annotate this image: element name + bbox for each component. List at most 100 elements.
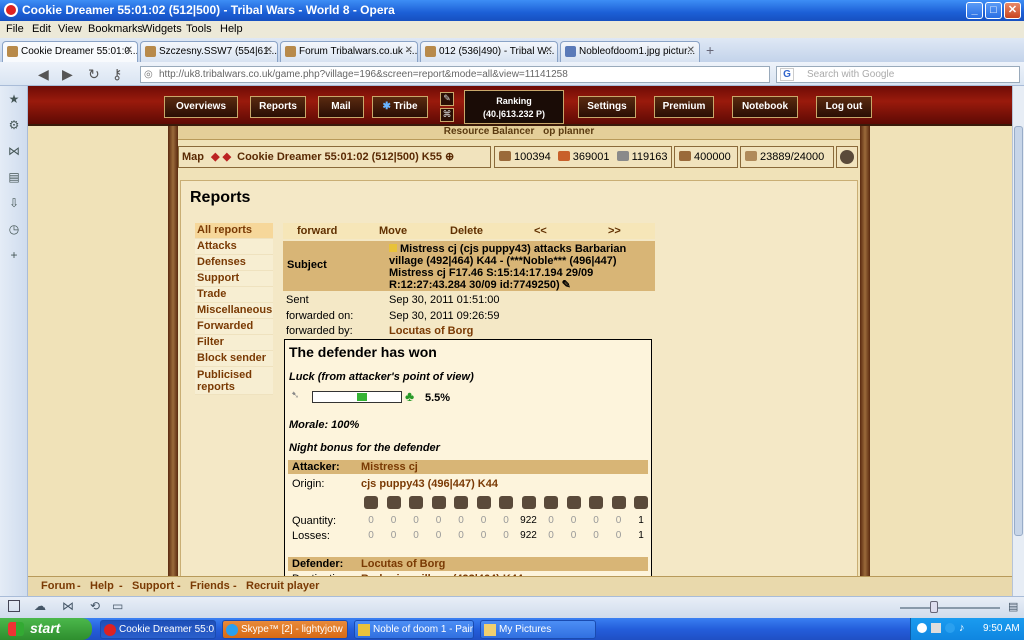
next-report-link[interactable]: >> xyxy=(608,225,621,237)
nav-notebook[interactable]: Notebook xyxy=(732,96,798,118)
star-icon[interactable]: ★ xyxy=(7,92,21,106)
edit-icon[interactable]: ✎ xyxy=(440,92,454,106)
menu-support[interactable]: Support xyxy=(195,271,273,287)
close-tab-icon[interactable]: ✕ xyxy=(687,45,695,56)
minimize-button[interactable]: _ xyxy=(966,2,983,19)
village-name[interactable]: Cookie Dreamer 55:01:02 (512|500) K55 xyxy=(237,151,442,163)
menu-edit[interactable]: Edit xyxy=(32,23,51,35)
back-icon[interactable]: ◀ xyxy=(38,66,49,83)
maximize-button[interactable]: □ xyxy=(985,2,1002,19)
view-icon[interactable]: ▭ xyxy=(112,599,123,613)
op-planner-link[interactable]: op planner xyxy=(543,126,594,137)
prev-report-link[interactable]: << xyxy=(534,225,547,237)
tab-012[interactable]: 012 (536|490) - Tribal W... ✕ xyxy=(420,41,558,62)
origin-link[interactable]: cjs puppy43 (496|447) K44 xyxy=(361,478,498,490)
account-box[interactable] xyxy=(836,146,858,168)
menu-forwarded[interactable]: Forwarded xyxy=(195,319,273,335)
menu-attacks[interactable]: Attacks xyxy=(195,239,273,255)
map-link[interactable]: Map xyxy=(182,151,204,163)
vertical-scrollbar[interactable] xyxy=(1012,86,1024,596)
resource-balancer-link[interactable]: Resource Balancer xyxy=(444,126,535,137)
nav-settings[interactable]: Settings xyxy=(578,96,636,118)
footer-help[interactable]: Help xyxy=(90,580,114,592)
menu-widgets[interactable]: Widgets xyxy=(142,23,182,35)
wand-icon[interactable]: ⚷ xyxy=(112,66,122,83)
footer-recruit[interactable]: Recruit player xyxy=(246,580,319,592)
address-input[interactable]: ◎ http://uk8.tribalwars.co.uk/game.php?vi… xyxy=(140,66,770,83)
next-village-icon[interactable]: ◆ xyxy=(223,151,231,163)
skype-tray-icon[interactable] xyxy=(945,623,955,633)
forward-link[interactable]: forward xyxy=(297,225,337,237)
menu-file[interactable]: File xyxy=(6,23,24,35)
defender-link[interactable]: Locutas of Borg xyxy=(361,558,445,570)
menu-defenses[interactable]: Defenses xyxy=(195,255,273,271)
menu-publicised-reports[interactable]: Publicised reports xyxy=(195,367,273,395)
start-button[interactable]: start xyxy=(0,618,92,640)
nav-mail[interactable]: Mail xyxy=(318,96,364,118)
footer-forum[interactable]: Forum xyxy=(41,580,75,592)
prev-village-icon[interactable]: ◆ xyxy=(211,151,219,163)
nav-tribe[interactable]: ✱ Tribe xyxy=(372,96,428,118)
close-tab-icon[interactable]: ✕ xyxy=(545,45,553,56)
menu-filter[interactable]: Filter xyxy=(195,335,273,351)
notes-icon[interactable]: ▤ xyxy=(7,170,21,184)
scrollbar-thumb[interactable] xyxy=(1014,126,1023,536)
scroll-icon[interactable]: ⌘ xyxy=(440,108,454,122)
unite-icon[interactable]: ⋈ xyxy=(62,599,74,613)
attacker-link[interactable]: Mistress cj xyxy=(361,461,418,473)
forward-icon[interactable]: ▶ xyxy=(62,66,73,83)
menu-all-reports[interactable]: All reports xyxy=(195,223,273,239)
subject-text[interactable]: Mistress cj (cjs puppy43) attacks Barbar… xyxy=(389,243,651,291)
search-input[interactable]: G Search with Google xyxy=(776,66,1020,83)
village-info-icon[interactable]: ⊕ xyxy=(445,151,454,163)
close-tab-icon[interactable]: ✕ xyxy=(125,45,133,56)
menu-help[interactable]: Help xyxy=(220,23,243,35)
forwarded-by-link[interactable]: Locutas of Borg xyxy=(389,325,473,337)
task-my-pictures[interactable]: My Pictures xyxy=(480,620,596,639)
history-icon[interactable]: ◷ xyxy=(7,222,21,236)
new-tab-icon[interactable]: + xyxy=(706,42,714,58)
close-tab-icon[interactable]: ✕ xyxy=(265,45,273,56)
gear-icon[interactable]: ⚙ xyxy=(7,118,21,132)
nav-overviews[interactable]: Overviews xyxy=(164,96,238,118)
turbo-icon[interactable]: ⟲ xyxy=(90,599,100,613)
zoom-slider[interactable] xyxy=(900,607,1000,609)
close-tab-icon[interactable]: ✕ xyxy=(405,45,413,56)
volume-icon[interactable]: ♪ xyxy=(959,622,965,634)
menu-miscellaneous[interactable]: Miscellaneous xyxy=(195,303,273,319)
ranking-box[interactable]: Ranking (40.|613.232 P) xyxy=(464,90,564,124)
delete-link[interactable]: Delete xyxy=(450,225,483,237)
zoom-slider-handle[interactable] xyxy=(930,601,938,613)
close-button[interactable]: ✕ xyxy=(1004,2,1021,19)
download-icon[interactable]: ⇩ xyxy=(7,196,21,210)
zoom-dropdown-icon[interactable]: ▤ xyxy=(1008,600,1018,613)
network-icon[interactable] xyxy=(917,623,927,633)
cloud-icon[interactable]: ☁ xyxy=(34,599,46,613)
menu-block-sender[interactable]: Block sender xyxy=(195,351,273,367)
tab-szczesny[interactable]: Szczesny.SSW7 (554|61... ✕ xyxy=(140,41,278,62)
reload-icon[interactable]: ↻ xyxy=(88,66,100,83)
rename-icon[interactable]: ✎ xyxy=(562,279,571,291)
footer-support[interactable]: Support xyxy=(132,580,174,592)
menu-view[interactable]: View xyxy=(58,23,82,35)
move-link[interactable]: Move xyxy=(379,225,407,237)
menu-bookmarks[interactable]: Bookmarks xyxy=(88,23,143,35)
nav-reports[interactable]: Reports xyxy=(250,96,306,118)
tab-forum[interactable]: Forum Tribalwars.co.uk -... ✕ xyxy=(280,41,418,62)
menu-trade[interactable]: Trade xyxy=(195,287,273,303)
nav-premium[interactable]: Premium xyxy=(654,96,714,118)
tab-cookie-dreamer[interactable]: Cookie Dreamer 55:01:0... ✕ xyxy=(2,41,138,62)
nav-logout[interactable]: Log out xyxy=(816,96,872,118)
google-icon[interactable]: G xyxy=(780,68,794,81)
task-paint[interactable]: Noble of doom 1 - Paint xyxy=(354,620,474,639)
share-icon[interactable]: ⋈ xyxy=(7,144,21,158)
add-panel-icon[interactable]: + xyxy=(7,248,21,262)
tab-nobleofdoom[interactable]: Nobleofdoom1.jpg pictur... ✕ xyxy=(560,41,700,62)
security-icon[interactable] xyxy=(931,623,941,633)
task-skype[interactable]: Skype™ [2] - lightyjotw xyxy=(222,620,348,639)
task-opera[interactable]: Cookie Dreamer 55:0... xyxy=(100,620,216,639)
menu-tools[interactable]: Tools xyxy=(186,23,212,35)
clock[interactable]: 9:50 AM xyxy=(983,623,1020,634)
footer-friends[interactable]: Friends xyxy=(190,580,230,592)
panel-toggle-icon[interactable] xyxy=(8,600,20,612)
